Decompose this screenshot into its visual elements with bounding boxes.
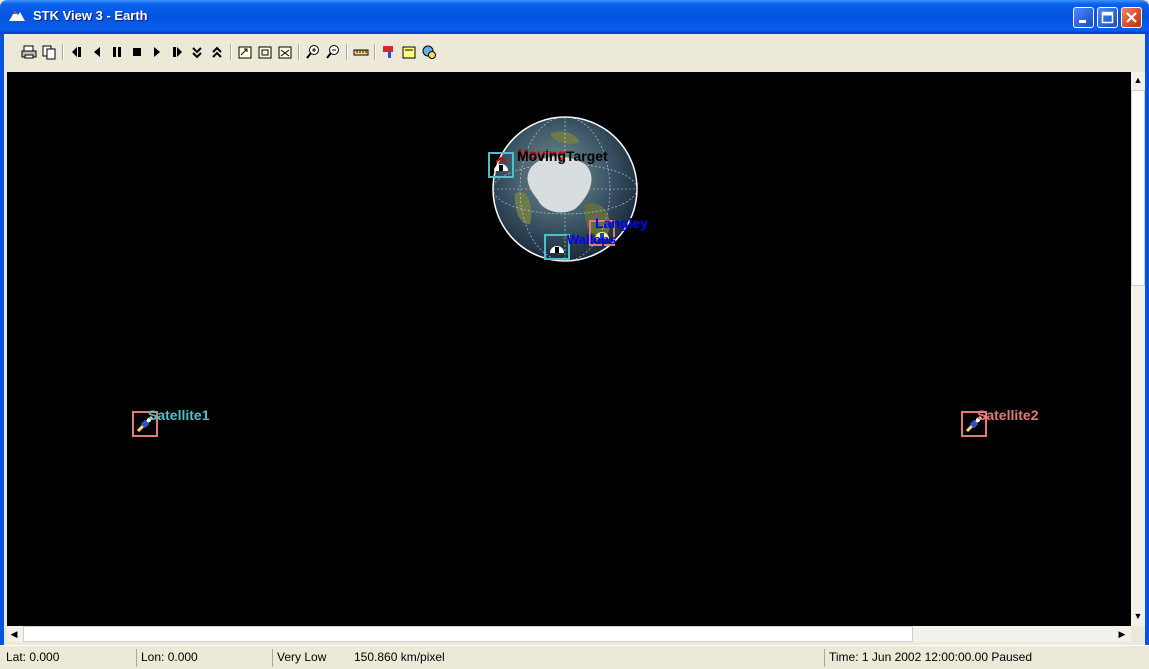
status-bar: Lat: 0.000 Lon: 0.000 Very Low 150.860 k… xyxy=(0,645,1149,669)
play-button[interactable] xyxy=(148,43,166,61)
horizontal-scroll-thumb[interactable] xyxy=(23,626,913,642)
annotation-button[interactable] xyxy=(400,43,418,61)
home-view-icon xyxy=(278,46,292,59)
printer-icon xyxy=(21,45,37,59)
view-from-icon xyxy=(238,46,252,59)
window-title: STK View 3 - Earth xyxy=(33,8,148,23)
minimize-icon xyxy=(1079,20,1086,23)
double-down-icon xyxy=(192,47,202,59)
ruler-icon xyxy=(353,49,369,56)
scale-readout: 150.860 km/pixel xyxy=(354,650,445,664)
properties-icon xyxy=(383,46,393,58)
print-button[interactable] xyxy=(20,43,38,61)
horizontal-scrollbar[interactable]: ◀ ▶ xyxy=(7,626,1131,642)
reverse-icon xyxy=(94,47,100,57)
step-forward-button[interactable] xyxy=(168,43,186,61)
home-view-button[interactable] xyxy=(276,43,294,61)
vertical-scroll-thumb[interactable] xyxy=(1131,90,1145,286)
title-bar[interactable]: STK View 3 - Earth xyxy=(0,0,1149,34)
zoom-out-button[interactable] xyxy=(324,43,342,61)
facility-label: Langley xyxy=(595,215,648,231)
annotation-icon xyxy=(402,46,416,59)
toolbar-separator xyxy=(230,44,232,60)
quality-readout: Very Low xyxy=(272,649,348,667)
target-label: MovingTarget xyxy=(517,148,608,164)
maximize-icon xyxy=(1101,11,1114,24)
scroll-left-icon[interactable]: ◀ xyxy=(7,626,21,642)
step-back-button[interactable] xyxy=(68,43,86,61)
zoom-in-button[interactable] xyxy=(304,43,322,61)
window-frame-left xyxy=(0,72,4,646)
step-forward-icon xyxy=(173,47,182,57)
3d-viewport[interactable]: Moving MovingTarget Langley Wallops Sate… xyxy=(7,72,1131,626)
vertical-scrollbar[interactable]: ▲ ▼ xyxy=(1131,72,1145,626)
view-from-button[interactable] xyxy=(236,43,254,61)
maximize-button[interactable] xyxy=(1097,7,1118,28)
double-up-icon xyxy=(212,46,222,58)
measure-button[interactable] xyxy=(352,43,370,61)
minimize-button[interactable] xyxy=(1073,7,1094,28)
globe-settings-icon xyxy=(422,45,436,59)
pause-icon xyxy=(113,47,121,57)
satellite1-label: Satellite1 xyxy=(148,407,210,423)
satellite2-label: Satellite2 xyxy=(977,407,1039,423)
longitude-readout: Lon: 0.000 xyxy=(136,649,266,667)
scroll-down-icon[interactable]: ▼ xyxy=(1131,608,1145,624)
scroll-right-icon[interactable]: ▶ xyxy=(1115,626,1129,642)
close-button[interactable] xyxy=(1121,7,1142,28)
toolbar-separator xyxy=(298,44,300,60)
close-icon xyxy=(1126,12,1137,23)
play-icon xyxy=(154,47,160,57)
decrease-step-button[interactable] xyxy=(188,43,206,61)
scrollbar-corner xyxy=(1131,626,1145,642)
properties-button[interactable] xyxy=(380,43,398,61)
time-readout: Time: 1 Jun 2002 12:00:00.00 Paused xyxy=(824,649,1144,667)
stk-app-icon xyxy=(9,11,25,21)
scroll-up-icon[interactable]: ▲ xyxy=(1131,72,1145,88)
pause-button[interactable] xyxy=(108,43,126,61)
copy-icon xyxy=(42,45,56,60)
view-to-button[interactable] xyxy=(256,43,274,61)
stop-button[interactable] xyxy=(128,43,146,61)
window-frame-right xyxy=(1145,72,1149,646)
increase-step-button[interactable] xyxy=(208,43,226,61)
stop-icon xyxy=(133,48,141,56)
reverse-button[interactable] xyxy=(88,43,106,61)
toolbar-separator xyxy=(346,44,348,60)
toolbar-separator xyxy=(62,44,64,60)
zoom-out-icon xyxy=(326,45,339,59)
copy-button[interactable] xyxy=(40,43,58,61)
step-back-icon xyxy=(72,47,81,57)
target-marker-icon[interactable] xyxy=(488,152,514,178)
facility-2-label: Wallops xyxy=(567,232,617,247)
latitude-readout: Lat: 0.000 xyxy=(6,650,60,664)
zoom-in-icon xyxy=(306,45,319,59)
toolbar xyxy=(0,34,1149,72)
view-to-icon xyxy=(258,46,272,59)
globe-manager-button[interactable] xyxy=(420,43,438,61)
toolbar-separator xyxy=(374,44,376,60)
